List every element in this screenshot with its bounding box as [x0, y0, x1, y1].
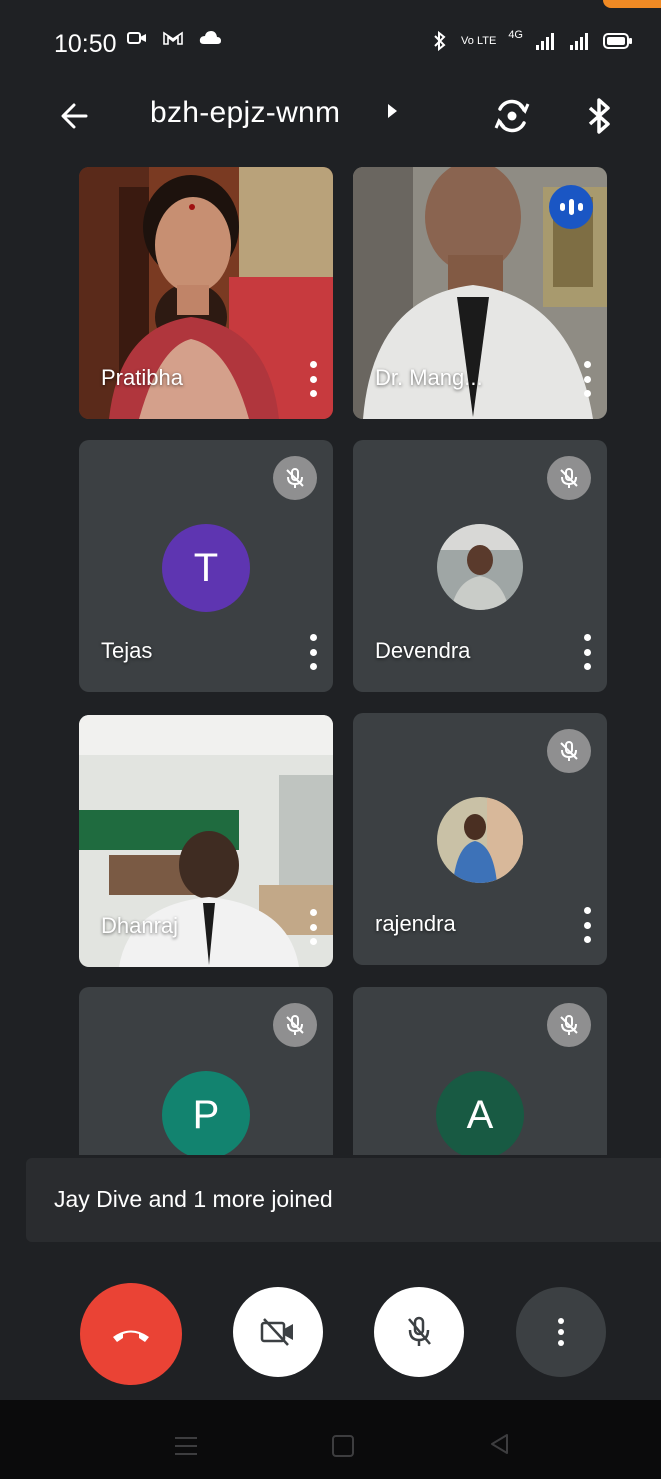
- avatar: P: [162, 1071, 250, 1155]
- more-vert-icon[interactable]: [307, 634, 319, 670]
- screen-record-icon: [127, 32, 146, 44]
- meeting-details-caret-icon[interactable]: [388, 104, 397, 118]
- status-icons-right: Vo LTE 4G: [431, 29, 633, 53]
- volte-icon: Vo LTE: [461, 34, 497, 47]
- mic-toggle-button[interactable]: [374, 1287, 464, 1377]
- camera-toggle-button[interactable]: [233, 1287, 323, 1377]
- participant-tile-rajendra[interactable]: rajendra: [353, 713, 607, 965]
- participant-tile-devendra[interactable]: Devendra: [353, 440, 607, 692]
- 4g-label: 4G: [508, 29, 523, 41]
- bluetooth-status-icon: [434, 30, 446, 52]
- signal-icon: [536, 33, 554, 50]
- meeting-code[interactable]: bzh-epjz-wnm: [150, 96, 340, 130]
- status-bar: 10:50 Vo LTE 4G: [0, 0, 661, 90]
- participant-name: Dhanraj: [101, 913, 179, 938]
- participant-name: Pratibha: [101, 365, 183, 390]
- avatar: [437, 797, 523, 883]
- system-nav-bar: [0, 1400, 661, 1479]
- home-icon[interactable]: [332, 1435, 354, 1457]
- participant-grid: Pratibha Dr. Mang... T Tejas Devendra Dh…: [0, 160, 661, 1155]
- more-vert-icon[interactable]: [581, 907, 593, 943]
- participant-tile-a[interactable]: A: [353, 987, 607, 1155]
- more-vert-icon[interactable]: [307, 909, 319, 945]
- cloud-icon: [199, 31, 221, 44]
- switch-camera-icon[interactable]: [490, 94, 534, 138]
- status-time: 10:50: [54, 30, 117, 58]
- avatar: A: [436, 1071, 524, 1155]
- speaking-indicator-icon: [549, 185, 593, 229]
- bluetooth-audio-icon[interactable]: [582, 94, 618, 138]
- participant-tile-p[interactable]: P: [79, 987, 333, 1155]
- toast-text: Jay Dive and 1 more joined: [54, 1186, 333, 1212]
- mic-off-icon: [547, 1003, 591, 1047]
- mic-off-icon: [273, 1003, 317, 1047]
- end-call-button[interactable]: [80, 1283, 182, 1385]
- participant-name: Tejas: [101, 638, 153, 663]
- participant-tile-tejas[interactable]: T Tejas: [79, 440, 333, 692]
- participant-name: Devendra: [375, 638, 471, 663]
- participant-tile-pratibha[interactable]: Pratibha: [79, 167, 333, 419]
- mic-off-icon: [408, 1316, 431, 1346]
- recents-menu-icon[interactable]: [175, 1437, 197, 1455]
- signal-2-icon: [570, 33, 588, 50]
- more-vert-icon[interactable]: [307, 361, 319, 397]
- gmail-icon: [163, 31, 183, 45]
- call-controls: [0, 1260, 661, 1400]
- participant-tile-dhanraj[interactable]: Dhanraj: [79, 715, 333, 967]
- more-vert-icon[interactable]: [581, 634, 593, 670]
- more-vert-icon[interactable]: [581, 361, 593, 397]
- more-vert-icon: [558, 1318, 564, 1346]
- participant-tile-dr-mang[interactable]: Dr. Mang...: [353, 167, 607, 419]
- status-icons-left: [126, 29, 222, 47]
- video-off-icon: [260, 1318, 293, 1346]
- participant-name: Dr. Mang...: [375, 365, 483, 390]
- back-triangle-icon[interactable]: [488, 1432, 512, 1456]
- join-notification-toast: Jay Dive and 1 more joined: [26, 1158, 661, 1242]
- mic-off-icon: [273, 456, 317, 500]
- more-options-button[interactable]: [516, 1287, 606, 1377]
- mic-off-icon: [547, 729, 591, 773]
- participant-name: rajendra: [375, 911, 456, 936]
- mic-off-icon: [547, 456, 591, 500]
- avatar: T: [162, 524, 250, 612]
- avatar: [437, 524, 523, 610]
- phone-hangup-icon: [113, 1330, 149, 1342]
- meeting-header: bzh-epjz-wnm: [0, 86, 661, 146]
- arrow-back-icon[interactable]: [56, 96, 96, 136]
- battery-icon: [603, 33, 632, 49]
